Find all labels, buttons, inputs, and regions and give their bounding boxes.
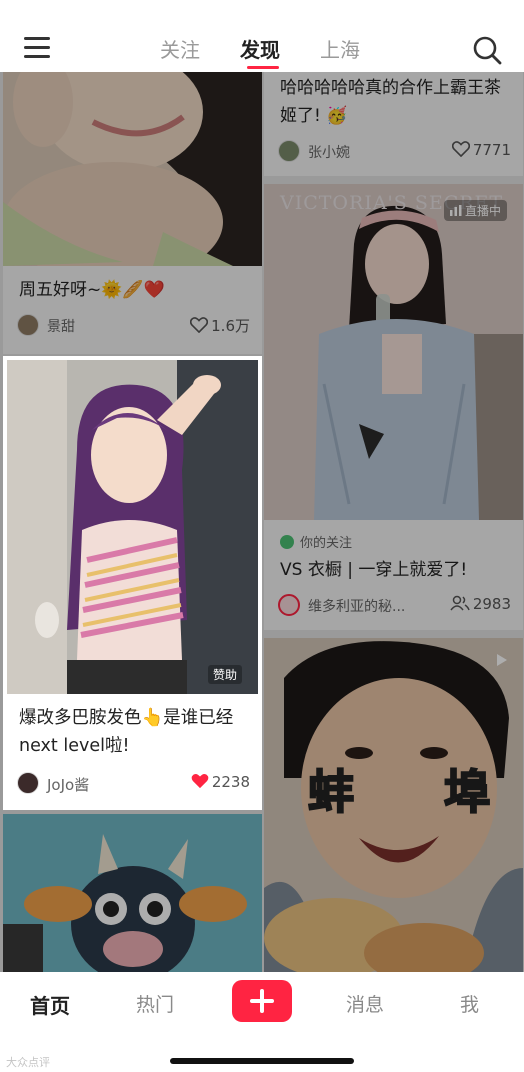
- like-count[interactable]: 2238: [191, 773, 250, 791]
- avatar[interactable]: [278, 140, 300, 162]
- feed-card[interactable]: [3, 814, 262, 972]
- avatar[interactable]: [17, 314, 39, 336]
- watermark: 大众点评: [6, 1056, 50, 1069]
- card-meta: JoJo酱 2238: [17, 772, 250, 796]
- nav-home[interactable]: 首页: [30, 990, 70, 1019]
- feed: 周五好呀~🌞🥖❤️ 景甜 1.6万 赞助 爆改多巴胺发色👆是谁已经next le…: [0, 72, 524, 972]
- tab-discover[interactable]: 发现: [240, 34, 280, 63]
- author-name[interactable]: JoJo酱: [47, 774, 89, 795]
- author-name[interactable]: 景甜: [47, 316, 75, 336]
- card-title: VS 衣橱 | 一穿上就爱了!: [280, 560, 468, 580]
- sponsored-badge: 赞助: [207, 665, 242, 684]
- viewer-count-value: 2983: [472, 595, 511, 613]
- person-icon: [280, 535, 294, 549]
- like-count-value: 2238: [211, 773, 250, 791]
- viewer-count[interactable]: 2983: [450, 595, 511, 613]
- avatar[interactable]: [17, 772, 39, 794]
- card-image: [3, 72, 262, 266]
- author-name[interactable]: 张小婉: [308, 142, 350, 162]
- live-bars-icon: [449, 205, 462, 216]
- nav-profile[interactable]: 我: [460, 990, 479, 1017]
- card-meta: 景甜 1.6万: [17, 314, 250, 338]
- feed-card[interactable]: 哈哈哈哈哈真的合作上霸王茶姬了! 🥳 张小婉 7771: [264, 72, 523, 176]
- top-nav-bar: 关注 发现 上海: [0, 0, 524, 72]
- heart-outline-icon: [451, 141, 470, 157]
- card-meta: 张小婉 7771: [278, 140, 511, 164]
- play-icon: [497, 654, 507, 666]
- heart-outline-icon: [190, 317, 209, 333]
- live-badge: 直播中: [443, 200, 507, 221]
- create-post-button[interactable]: [232, 980, 292, 1022]
- author-name[interactable]: 维多利亚的秘...: [308, 596, 405, 616]
- like-count[interactable]: 1.6万: [190, 315, 250, 336]
- feed-card-sponsored[interactable]: 赞助 爆改多巴胺发色👆是谁已经next level啦! JoJo酱 2238: [3, 356, 262, 810]
- card-title: 哈哈哈哈哈真的合作上霸王茶姬了! 🥳: [280, 78, 501, 126]
- nav-messages[interactable]: 消息: [346, 990, 384, 1017]
- card-title: 周五好呀~🌞🥖❤️: [19, 280, 165, 300]
- feed-card-video[interactable]: 蚌 埠: [264, 638, 523, 972]
- overlay-text-left: 蚌: [307, 764, 355, 820]
- card-meta: 维多利亚的秘... 2983: [278, 594, 511, 618]
- card-image: VICTORIA'S SECRET 直播中: [264, 184, 523, 520]
- nav-hot[interactable]: 热门: [136, 990, 174, 1017]
- home-indicator: [170, 1058, 354, 1064]
- feed-card[interactable]: 周五好呀~🌞🥖❤️ 景甜 1.6万: [3, 72, 262, 354]
- card-title: 爆改多巴胺发色👆是谁已经next level啦!: [19, 708, 234, 756]
- tab-local[interactable]: 上海: [320, 34, 360, 63]
- avatar[interactable]: [278, 594, 300, 616]
- active-tab-indicator: [247, 66, 279, 69]
- search-icon[interactable]: [472, 35, 502, 65]
- following-tag: 你的关注: [280, 532, 352, 551]
- hamburger-menu-icon[interactable]: [24, 37, 50, 59]
- card-image: [3, 814, 262, 972]
- heart-filled-icon: [191, 773, 209, 789]
- feed-card-live[interactable]: VICTORIA'S SECRET 直播中 你的关注 VS 衣橱 | 一穿上就爱…: [264, 184, 523, 630]
- like-count[interactable]: 7771: [451, 141, 511, 159]
- bottom-nav-bar: 首页 热门 消息 我 大众点评: [0, 972, 524, 1072]
- card-image: 蚌 埠: [264, 638, 523, 972]
- viewers-icon: [450, 595, 470, 611]
- card-image: 赞助: [7, 360, 258, 694]
- overlay-text-right: 埠: [443, 764, 491, 820]
- following-tag-label: 你的关注: [300, 536, 353, 551]
- tab-following[interactable]: 关注: [160, 34, 200, 63]
- live-label: 直播中: [464, 204, 501, 218]
- like-count-value: 1.6万: [211, 317, 250, 335]
- like-count-value: 7771: [472, 141, 511, 159]
